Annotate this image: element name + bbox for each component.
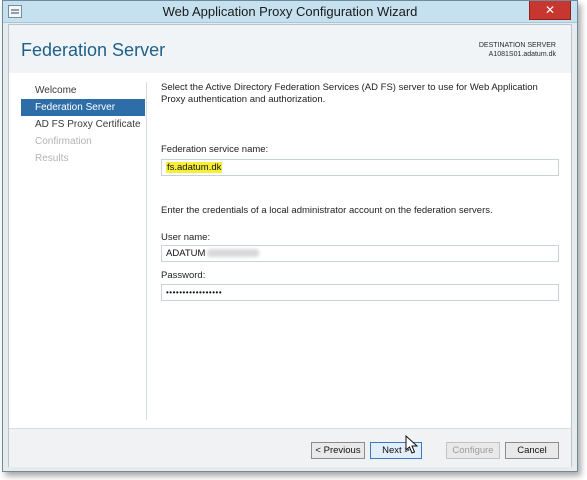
title-bar: Web Application Proxy Configuration Wiza… [3, 1, 577, 23]
wizard-footer: < Previous Next > Configure Cancel [9, 428, 571, 467]
cancel-button[interactable]: Cancel [505, 442, 559, 459]
user-name-value: ADATUM [166, 248, 206, 259]
federation-service-name-input[interactable]: fs.adatum.dk [161, 159, 559, 176]
destination-server-label: DESTINATION SERVER [478, 42, 556, 49]
redacted-username-blur [207, 249, 260, 258]
step-ad-fs-proxy-certificate[interactable]: AD FS Proxy Certificate [21, 116, 145, 133]
user-name-label: User name: [161, 232, 211, 243]
step-results: Results [35, 153, 69, 164]
credentials-instruction: Enter the credentials of a local adminis… [161, 205, 493, 216]
step-federation-server[interactable]: Federation Server [21, 99, 145, 116]
nav-divider [146, 82, 147, 420]
wizard-window: Web Application Proxy Configuration Wiza… [2, 0, 578, 472]
step-welcome[interactable]: Welcome [21, 82, 145, 99]
federation-service-name-value: fs.adatum.dk [166, 162, 223, 173]
password-label: Password: [161, 270, 206, 281]
federation-service-name-label: Federation service name: [161, 144, 269, 155]
configure-button: Configure [446, 442, 500, 459]
mouse-pointer-icon [405, 435, 419, 454]
wizard-client-area: Federation Server DESTINATION SERVER A10… [8, 24, 572, 467]
wizard-header: Federation Server DESTINATION SERVER A10… [9, 25, 571, 73]
window-title: Web Application Proxy Configuration Wiza… [162, 4, 418, 19]
password-value: ••••••••••••••••• [166, 288, 223, 297]
page-title: Federation Server [21, 40, 166, 60]
step-confirmation: Confirmation [35, 136, 92, 147]
description-text: Select the Active Directory Federation S… [161, 82, 538, 105]
password-input[interactable]: ••••••••••••••••• [161, 284, 559, 301]
close-button[interactable]: ✕ [529, 1, 571, 20]
destination-server-value: A1081S01.adatum.dk [488, 51, 556, 58]
wizard-steps-nav: Welcome Federation Server AD FS Proxy Ce… [21, 82, 145, 167]
user-name-input[interactable]: ADATUM [161, 245, 559, 262]
previous-button[interactable]: < Previous [311, 442, 365, 459]
